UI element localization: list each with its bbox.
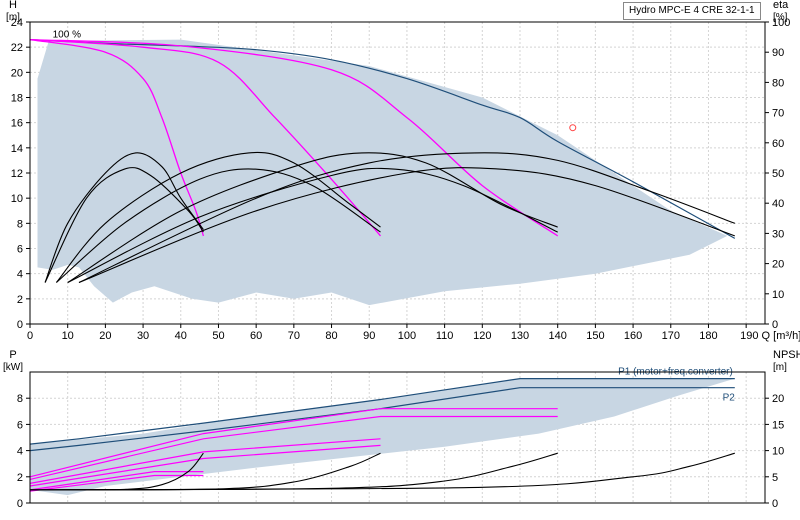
right-tick-label: 90 xyxy=(772,47,784,59)
left-tick-label: 2 xyxy=(17,294,23,306)
left-axis-unit: [m] xyxy=(6,12,20,23)
x-tick-label: 110 xyxy=(436,330,454,342)
x-tick-label: 70 xyxy=(288,330,300,342)
right-tick-label: 15 xyxy=(772,419,784,431)
right-tick-label: 30 xyxy=(772,228,784,240)
x-tick-label: 0 xyxy=(27,330,33,342)
x-axis-label-with-last-tick: 190 Q [m³/h] xyxy=(740,330,800,342)
left-axis-symbol: P xyxy=(9,349,16,361)
x-tick-label: 50 xyxy=(212,330,224,342)
left-axis-unit: [kW] xyxy=(3,362,23,373)
right-tick-label: 20 xyxy=(772,393,784,405)
right-tick-label: 10 xyxy=(772,446,784,458)
right-axis-symbol: NPSH xyxy=(773,349,800,361)
left-tick-label: 4 xyxy=(17,269,23,281)
x-tick-label: 160 xyxy=(624,330,642,342)
left-tick-label: 2 xyxy=(17,472,23,484)
x-tick-label: 180 xyxy=(699,330,717,342)
x-tick-label: 90 xyxy=(363,330,375,342)
right-tick-label: 5 xyxy=(772,472,778,484)
right-tick-label: 50 xyxy=(772,168,784,180)
right-tick-label: 60 xyxy=(772,138,784,150)
x-tick-label: 140 xyxy=(549,330,567,342)
x-tick-label: 30 xyxy=(137,330,149,342)
left-tick-label: 18 xyxy=(11,93,23,105)
left-tick-label: 8 xyxy=(17,218,23,230)
left-tick-label: 16 xyxy=(11,118,23,130)
x-tick-label: 150 xyxy=(586,330,604,342)
x-tick-label: 120 xyxy=(473,330,491,342)
p2-legend-label: P2 xyxy=(723,393,736,404)
power-npsh-plot: 0246805101520P[kW]NPSH[m]P1 (motor+freq.… xyxy=(3,349,800,510)
x-tick-label: 20 xyxy=(99,330,111,342)
right-tick-label: 40 xyxy=(772,198,784,210)
left-tick-label: 12 xyxy=(11,168,23,180)
x-tick-label: 10 xyxy=(62,330,74,342)
left-tick-label: 0 xyxy=(17,319,23,331)
pump-performance-chart: 0246810121416182022240102030405060708090… xyxy=(3,0,800,510)
x-tick-label: 40 xyxy=(175,330,187,342)
left-tick-label: 20 xyxy=(11,67,23,79)
left-tick-label: 6 xyxy=(17,419,23,431)
speed-label: 100 % xyxy=(53,30,81,41)
x-tick-label: 170 xyxy=(662,330,680,342)
right-axis-unit: [%] xyxy=(773,12,788,23)
x-tick-label: 60 xyxy=(250,330,262,342)
x-tick-label: 100 xyxy=(398,330,416,342)
left-axis-symbol: H xyxy=(9,0,17,11)
right-axis-unit: [m] xyxy=(773,362,787,373)
right-axis-symbol: eta xyxy=(773,0,789,11)
right-tick-label: 70 xyxy=(772,108,784,120)
left-tick-label: 10 xyxy=(11,193,23,205)
x-tick-label: 80 xyxy=(325,330,337,342)
left-tick-label: 0 xyxy=(17,498,23,510)
left-tick-label: 4 xyxy=(17,446,23,458)
right-tick-label: 20 xyxy=(772,259,784,271)
right-tick-label: 0 xyxy=(772,498,778,510)
left-tick-label: 6 xyxy=(17,244,23,256)
left-tick-label: 22 xyxy=(11,42,23,54)
left-tick-label: 8 xyxy=(17,393,23,405)
right-tick-label: 80 xyxy=(772,77,784,89)
left-tick-label: 14 xyxy=(11,143,23,155)
head-efficiency-plot: 0246810121416182022240102030405060708090… xyxy=(6,0,800,342)
right-tick-label: 10 xyxy=(772,289,784,301)
x-tick-label: 130 xyxy=(511,330,529,342)
